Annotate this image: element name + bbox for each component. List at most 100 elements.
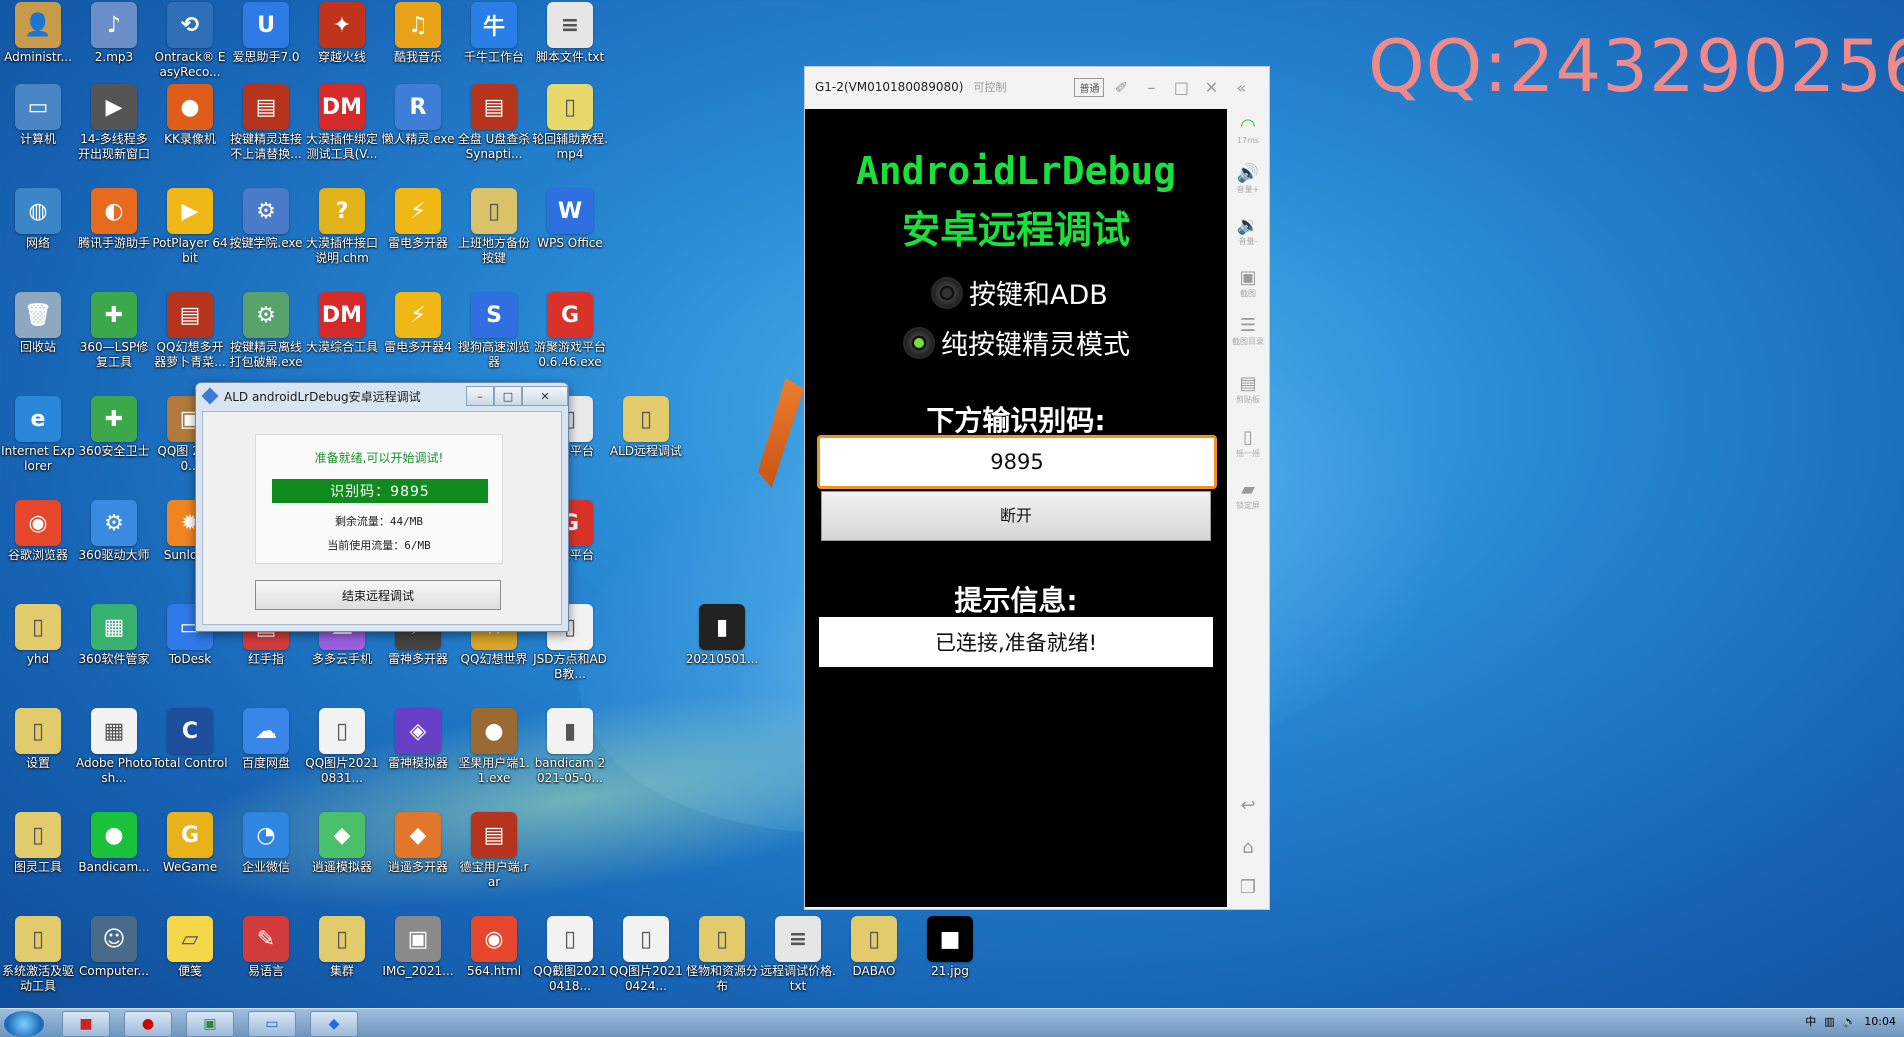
taskbar-app-1[interactable]: ■ (62, 1011, 110, 1037)
desktop-icon[interactable]: ▮ bandicam 2021-05-0... (532, 704, 608, 786)
desktop-icon[interactable]: ◍ 网络 (0, 184, 76, 251)
desktop-icon[interactable]: S 搜狗高速浏览器 (456, 288, 532, 370)
desktop-icon[interactable]: ◉ 谷歌浏览器 (0, 496, 76, 563)
collapse-icon[interactable]: « (1228, 78, 1254, 97)
desktop-icon[interactable]: ▤ 全盘 U盘查杀Synapti... (456, 80, 532, 162)
desktop-icon[interactable]: ✦ 穿越火线 (304, 0, 380, 65)
ald-titlebar[interactable]: ALD androidLrDebug安卓远程调试 – □ ✕ (196, 383, 568, 409)
desktop-icon[interactable]: ▯ QQ图片20210831... (304, 704, 380, 786)
desktop-icon[interactable]: ■ 21.jpg (912, 912, 988, 979)
desktop-icon[interactable]: ▯ QQ图片20210424... (608, 912, 684, 994)
taskbar-app-2[interactable]: ● (124, 1011, 172, 1037)
desktop-icon[interactable]: ▤ QQ幻想多开器萝卜青菜... (152, 288, 228, 370)
desktop-icon[interactable]: ◐ 腾讯手游助手 (76, 184, 152, 251)
desktop-icon[interactable]: ▦ Adobe Photosh... (76, 704, 152, 786)
home-icon[interactable]: ⌂ (1229, 837, 1267, 858)
screenshot-button[interactable]: ▣ 截图 (1229, 267, 1267, 299)
ime-indicator[interactable]: 中 (1805, 1013, 1816, 1029)
end-debug-button[interactable]: 结束远程调试 (255, 580, 501, 610)
desktop-icon[interactable]: ◔ 企业微信 (228, 808, 304, 875)
desktop-icon[interactable]: 牛千牛工作台 (456, 0, 532, 65)
desktop-icon[interactable]: ⚙ 按键学院.exe (228, 184, 304, 251)
taskbar-app-4[interactable]: ▭ (248, 1011, 296, 1037)
desktop-icon[interactable]: 🗑 回收站 (0, 288, 76, 355)
desktop-icon[interactable]: ▭ 计算机 (0, 80, 76, 147)
volume-down-button[interactable]: 🔉 音量- (1229, 215, 1267, 247)
desktop-icon[interactable]: ◆ 逍遥模拟器 (304, 808, 380, 875)
desktop-icon[interactable]: ▯ yhd (0, 600, 76, 667)
close-icon[interactable]: ✕ (1198, 78, 1224, 97)
desktop-icon[interactable]: G WeGame (152, 808, 228, 875)
desktop-icon[interactable]: ✚ 360安全卫士 (76, 392, 152, 459)
desktop-icon[interactable]: ▮ 20210501... (684, 600, 760, 667)
desktop-icon[interactable]: G 游聚游戏平台 0.6.46.exe (532, 288, 608, 370)
desktop-icon[interactable]: ▯ ALD远程调试 (608, 392, 684, 459)
desktop-icon[interactable]: ☁ 百度网盘 (228, 704, 304, 771)
desktop-icon[interactable]: ⚙ 360驱动大师 (76, 496, 152, 563)
desktop-icon[interactable]: ▯ 系统激活及驱动工具 (0, 912, 76, 994)
radio-adb[interactable]: 按键和ADB (931, 273, 1108, 312)
desktop-icon[interactable]: ▯ 上班地方备份按键 (456, 184, 532, 266)
desktop-icon[interactable]: ☺ Computer... (76, 912, 152, 979)
speaker-icon[interactable]: 🔈 (1843, 1015, 1857, 1028)
desktop-icon[interactable]: ✎ 易语言 (228, 912, 304, 979)
maximize-icon[interactable]: □ (1168, 78, 1194, 97)
desktop-icon[interactable]: ▦ 360软件管家 (76, 600, 152, 667)
volume-up-button[interactable]: 🔊 音量+ (1229, 163, 1267, 195)
desktop-icon[interactable]: ⚙ 按键精灵离线打包破解.exe (228, 288, 304, 370)
desktop-icon[interactable]: ◉ 564.html (456, 912, 532, 979)
desktop-icon[interactable]: ▯ DABAO (836, 912, 912, 979)
desktop-icon[interactable]: ● KK录像机 (152, 80, 228, 147)
desktop-icon[interactable]: e Internet Explorer (0, 392, 76, 474)
back-icon[interactable]: ↩ (1229, 795, 1267, 816)
minimize-button[interactable]: – (466, 386, 494, 406)
desktop-icon[interactable]: ▯ 集群 (304, 912, 380, 979)
desktop-icon[interactable]: ? 大漠插件接口说明.chm (304, 184, 380, 266)
desktop-icon[interactable]: ▶ PotPlayer 64 bit (152, 184, 228, 266)
close-button[interactable]: ✕ (522, 386, 568, 406)
desktop-icon[interactable]: ✚ 360—LSP修复工具 (76, 288, 152, 370)
desktop-icon[interactable]: ▯ 图灵工具 (0, 808, 76, 875)
screenshot-dir-button[interactable]: ☰ 截图目录 (1229, 315, 1267, 347)
minimize-icon[interactable]: – (1138, 78, 1164, 97)
desktop-icon[interactable]: C Total Control (152, 704, 228, 771)
taskbar-app-5[interactable]: ◆ (310, 1011, 358, 1037)
shake-button[interactable]: ▯ 摇一摇 (1229, 427, 1267, 459)
desktop-icon[interactable]: ≡ 远程调试价格.txt (760, 912, 836, 994)
desktop-icon[interactable]: ⚡ 雷电多开器 (380, 184, 456, 251)
desktop-icon[interactable]: ▯ 怪物和资源分布 (684, 912, 760, 994)
mode-badge[interactable]: 普通 (1074, 77, 1105, 97)
desktop-icon[interactable]: ▣ IMG_2021... (380, 912, 456, 979)
desktop-icon[interactable]: ◈ 雷神模拟器 (380, 704, 456, 771)
recent-apps-icon[interactable]: ❐ (1229, 877, 1267, 898)
desktop-icon[interactable]: ♫ 酷我音乐 (380, 0, 456, 65)
desktop-icon[interactable]: DM 大漠插件绑定测试工具(V... (304, 80, 380, 162)
desktop-icon[interactable]: R 懒人精灵.exe (380, 80, 456, 147)
start-button[interactable] (4, 1011, 44, 1037)
taskbar-app-3[interactable]: ▣ (186, 1011, 234, 1037)
lock-button[interactable]: ▰ 锁定屏 (1229, 479, 1267, 511)
desktop-icon[interactable]: ▶ 14-多线程多开出现新窗口 (76, 80, 152, 162)
radio-pure[interactable]: 纯按键精灵模式 (903, 323, 1130, 362)
desktop-icon[interactable]: ▱ 便笺 (152, 912, 228, 979)
desktop-icon[interactable]: W WPS Office (532, 184, 608, 251)
desktop-icon[interactable]: ▤ 按键精灵连接不上请替换... (228, 80, 304, 162)
desktop-icon[interactable]: ⟲ Ontrack® EasyReco... (152, 0, 228, 80)
desktop-icon[interactable]: ≡ 脚本文件.txt (532, 0, 608, 65)
desktop-icon[interactable]: ● Bandicam... (76, 808, 152, 875)
desktop-icon[interactable]: ▯ 轮回辅助教程.mp4 (532, 80, 608, 162)
pin-icon[interactable]: ✐ (1108, 78, 1134, 97)
desktop-icon[interactable]: ▯ QQ截图20210418... (532, 912, 608, 994)
clock[interactable]: 10:04 (1864, 1015, 1896, 1028)
code-input[interactable]: 9895 (817, 435, 1217, 489)
desktop-icon[interactable]: ♪ 2.mp3 (76, 0, 152, 65)
desktop-icon[interactable]: ● 坚果用户端1.1.exe (456, 704, 532, 786)
network-icon[interactable]: ▥ (1824, 1015, 1834, 1028)
desktop-icon[interactable]: DM 大漠综合工具 (304, 288, 380, 355)
phone-screen[interactable]: AndroidLrDebug 安卓远程调试 按键和ADB 纯按键精灵模式 下方输… (805, 109, 1227, 907)
clipboard-button[interactable]: ▤ 剪贴板 (1229, 373, 1267, 405)
desktop-icon[interactable]: ▤ 德宝用户端.rar (456, 808, 532, 890)
phone-titlebar[interactable]: G1-2(VM010180089080) 可控制 普通 ✐ – □ ✕ « (805, 67, 1269, 107)
disconnect-button[interactable]: 断开 (821, 491, 1211, 541)
desktop-icon[interactable]: ⚡ 雷电多开器4 (380, 288, 456, 355)
